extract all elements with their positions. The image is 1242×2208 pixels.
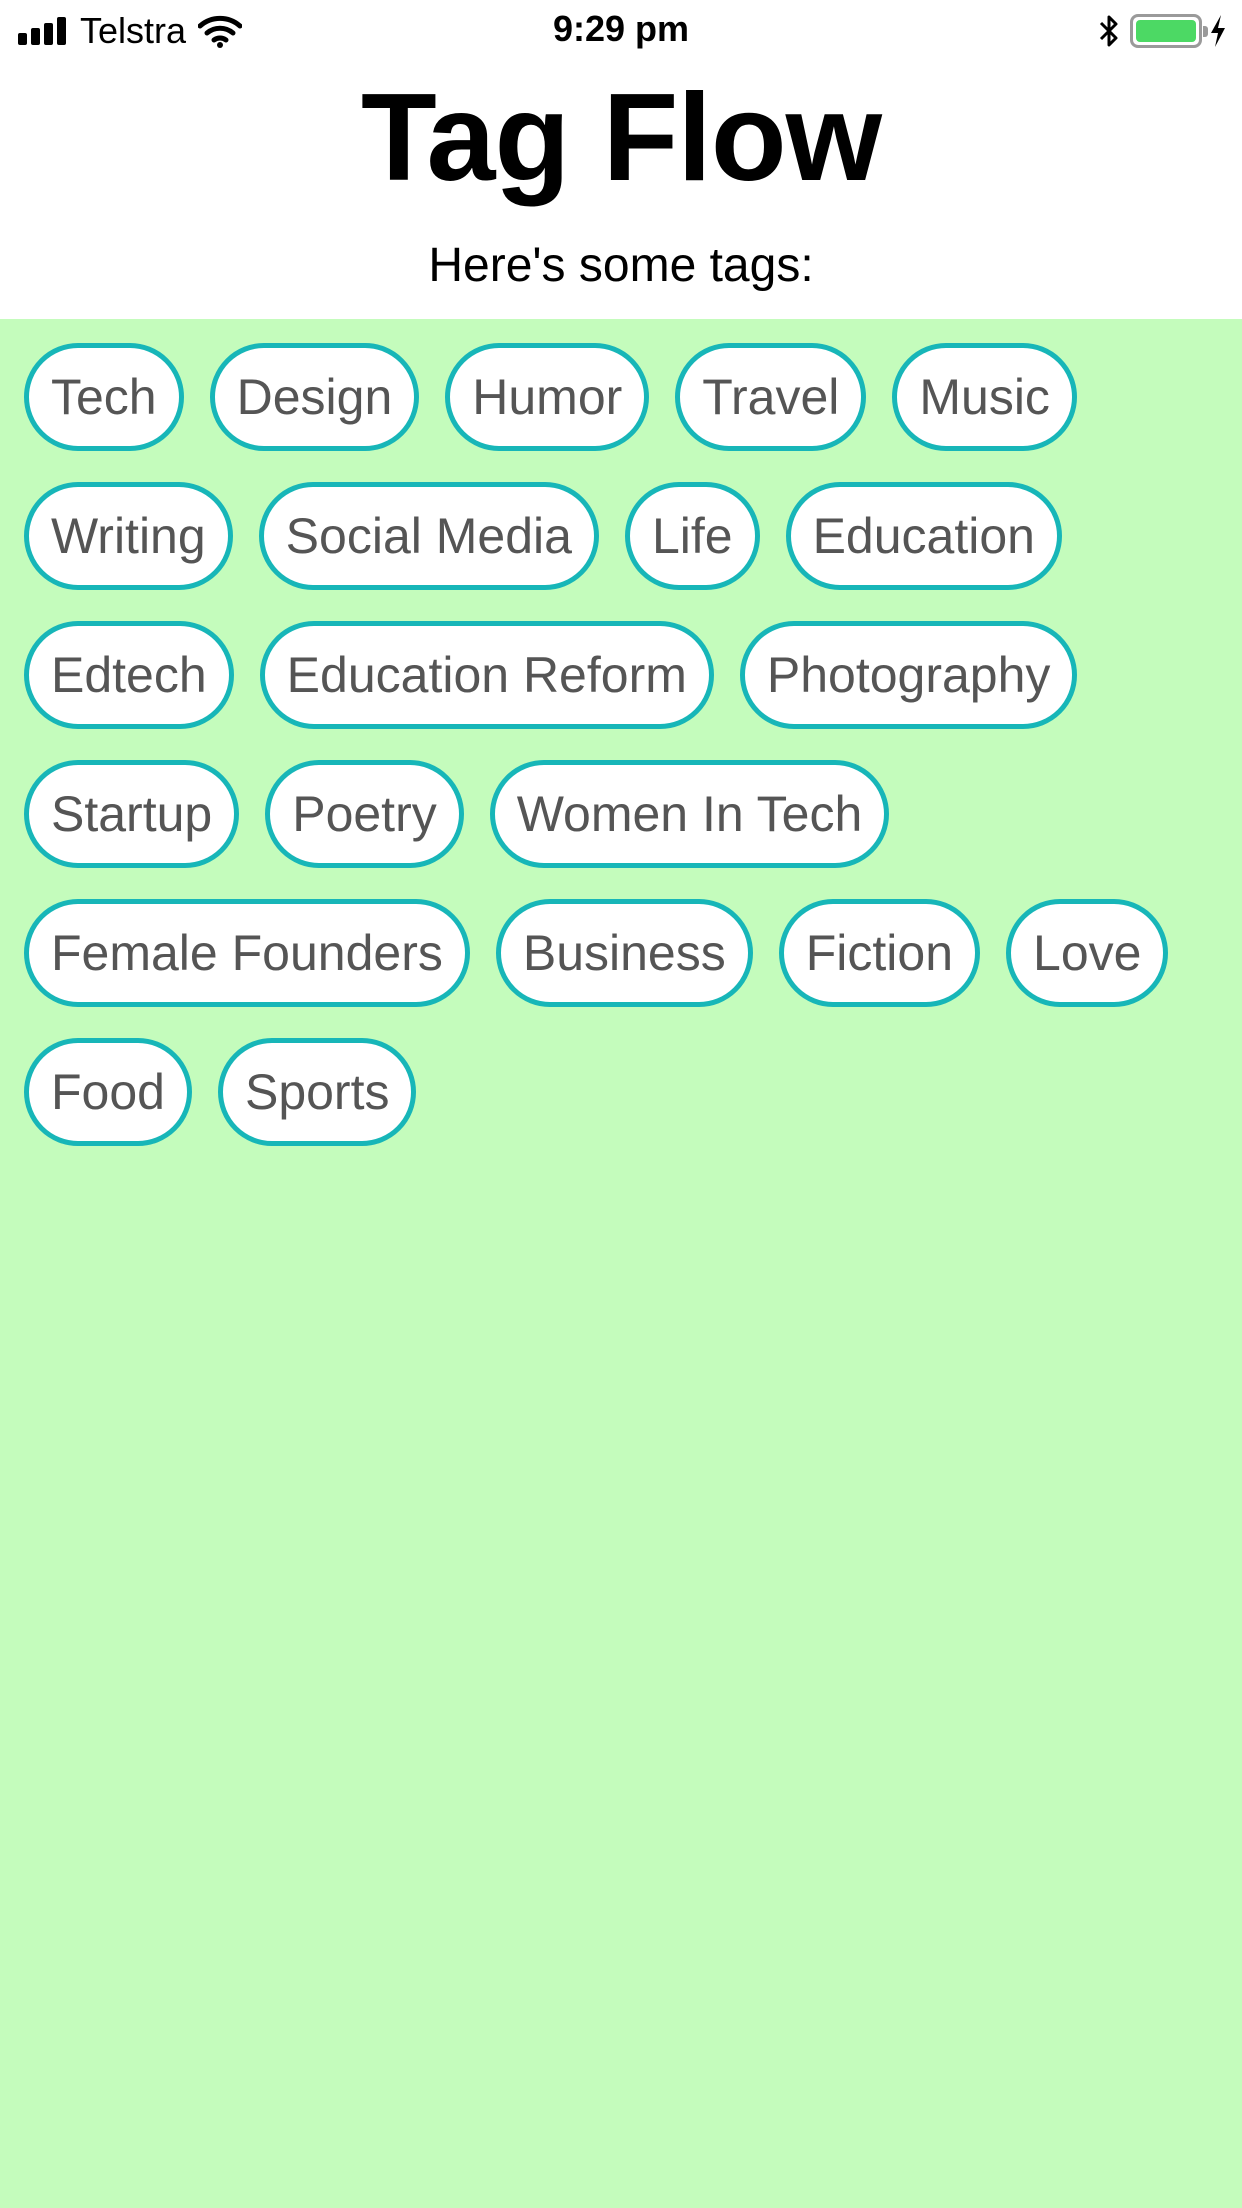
tag-chip[interactable]: Photography <box>739 621 1078 729</box>
tag-chip[interactable]: Startup <box>24 760 240 868</box>
tag-chip[interactable]: Writing <box>24 482 233 590</box>
battery-fill <box>1136 20 1196 42</box>
tag-chip[interactable]: Fiction <box>778 899 981 1007</box>
tag-flow: Tech Design Humor Travel Music Writing Social … <box>24 343 1224 1177</box>
status-right <box>1098 10 1228 52</box>
tag-chip[interactable]: Sports <box>217 1038 417 1146</box>
tag-chip[interactable]: Food <box>24 1038 192 1146</box>
tag-chip[interactable]: Women In Tech <box>489 760 890 868</box>
page-subtitle: Here's some tags: <box>428 239 814 292</box>
battery-icon <box>1130 14 1208 48</box>
bluetooth-icon <box>1099 15 1118 47</box>
tag-chip[interactable]: Education <box>785 482 1062 590</box>
tag-chip[interactable]: Education Reform <box>259 621 714 729</box>
tag-chip[interactable]: Design <box>209 343 420 451</box>
tag-chip[interactable]: Love <box>1006 899 1169 1007</box>
screen: Telstra 9:29 pm Tag Flow Here's some tag… <box>0 0 1242 2208</box>
tag-chip[interactable]: Female Founders <box>24 899 470 1007</box>
tag-chip[interactable]: Music <box>892 343 1077 451</box>
page-title: Tag Flow <box>360 69 882 207</box>
status-time: 9:29 pm <box>552 8 690 49</box>
tag-chip[interactable]: Travel <box>675 343 867 451</box>
tag-chip[interactable]: Business <box>495 899 753 1007</box>
tag-chip[interactable]: Tech <box>24 343 184 451</box>
tag-chip[interactable]: Poetry <box>265 760 464 868</box>
tag-chip[interactable]: Edtech <box>24 621 234 729</box>
tag-chip[interactable]: Humor <box>445 343 650 451</box>
tag-chip[interactable]: Life <box>624 482 760 590</box>
status-bar: Telstra 9:29 pm <box>0 0 1242 62</box>
tag-chip[interactable]: Social Media <box>258 482 599 590</box>
tag-area: Tech Design Humor Travel Music Writing Social … <box>0 319 1242 2208</box>
charging-icon <box>1211 15 1225 47</box>
